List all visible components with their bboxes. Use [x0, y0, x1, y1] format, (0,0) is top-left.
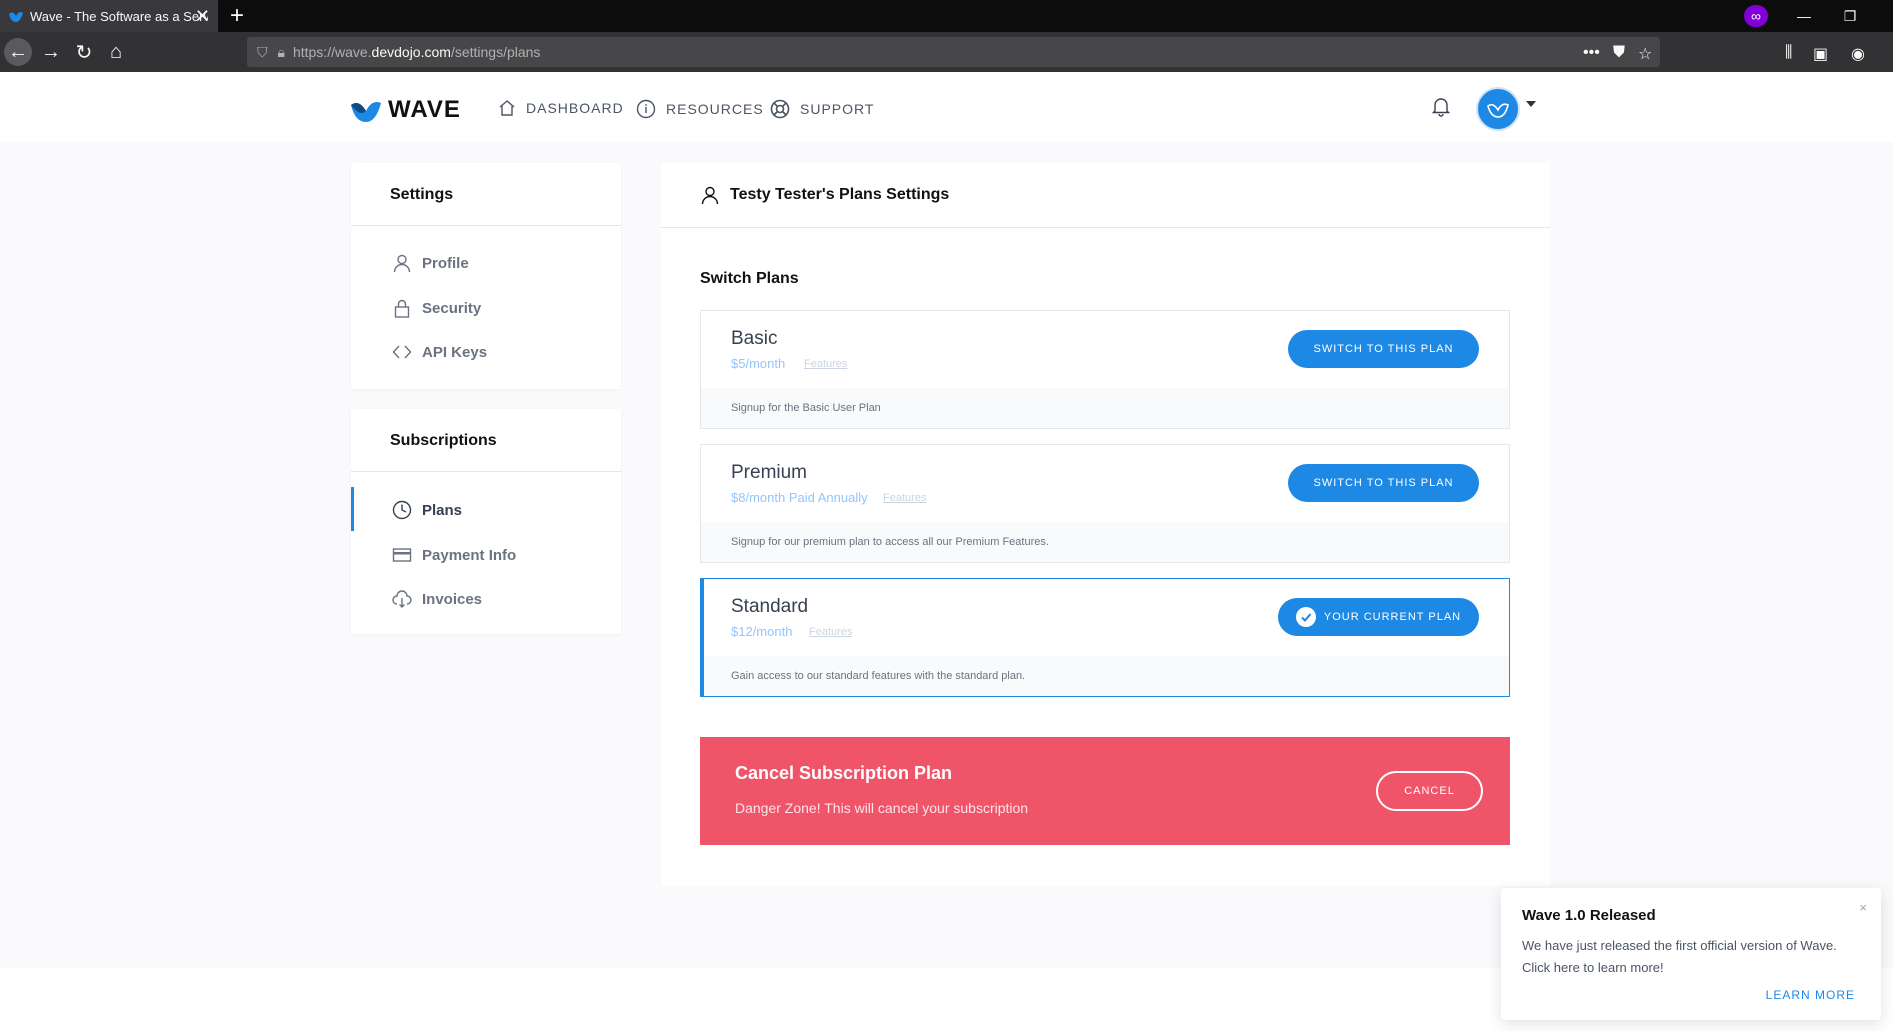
- user-avatar[interactable]: [1476, 87, 1520, 131]
- sidebar-item-invoices[interactable]: Invoices: [392, 589, 482, 609]
- sidebar-toggle-icon[interactable]: ▣: [1813, 44, 1828, 64]
- library-icon[interactable]: ⫼: [1785, 44, 1792, 62]
- notification-bell-icon[interactable]: [1432, 97, 1450, 117]
- tab-close-icon[interactable]: ✕: [195, 6, 210, 27]
- current-plan-label: YOUR CURRENT PLAN: [1323, 611, 1462, 623]
- sidebar-item-label: Security: [422, 299, 482, 317]
- danger-text: Danger Zone! This will cancel your subsc…: [735, 800, 1029, 816]
- nav-support[interactable]: SUPPORT: [770, 99, 874, 119]
- lock-icon: [394, 299, 410, 318]
- pocket-icon[interactable]: ⛊: [1613, 44, 1625, 62]
- logo-text: WAVE: [388, 96, 461, 123]
- home-icon[interactable]: ⌂: [102, 38, 130, 66]
- close-icon[interactable]: ×: [1859, 900, 1867, 915]
- switch-plan-button[interactable]: SWITCH TO THIS PLAN: [1288, 330, 1479, 368]
- home-icon: [499, 100, 515, 116]
- active-indicator: [351, 487, 354, 531]
- user-icon: [701, 186, 719, 205]
- lock-icon: 🔒︎: [277, 43, 285, 60]
- section-title: Switch Plans: [700, 270, 799, 287]
- wave-logo-icon: [351, 102, 381, 122]
- plan-description: Gain access to our standard features wit…: [704, 656, 1509, 696]
- avatar-wave-icon: [1487, 103, 1509, 118]
- plan-features-link[interactable]: Features: [883, 492, 926, 504]
- url-bar[interactable]: ⛉ 🔒︎ https://wave. devdojo.com/settings/p…: [247, 37, 1660, 67]
- divider: [661, 227, 1550, 228]
- danger-title: Cancel Subscription Plan: [735, 763, 953, 783]
- wave-favicon-icon: [9, 12, 23, 22]
- plan-name: Basic: [731, 328, 778, 349]
- back-icon[interactable]: ←: [4, 38, 32, 66]
- browser-tab-strip: Wave - The Software as a Service ✕ + ∞ —…: [0, 0, 1893, 32]
- nav-resources-label: RESOURCES: [666, 101, 764, 117]
- minimize-icon[interactable]: —: [1781, 0, 1827, 32]
- sidebar-item-api-keys[interactable]: API Keys: [392, 342, 487, 362]
- nav-resources[interactable]: RESOURCES: [636, 99, 764, 119]
- cancel-subscription-panel: Cancel Subscription Plan Danger Zone! Th…: [700, 737, 1510, 845]
- settings-title: Settings: [390, 186, 454, 203]
- plan-description: Signup for our premium plan to access al…: [701, 522, 1509, 562]
- info-icon: [636, 99, 656, 119]
- subscriptions-title: Subscriptions: [390, 432, 497, 449]
- plan-card-premium: Premium $8/month Paid Annually Features …: [700, 444, 1510, 563]
- sidebar-item-label: Plans: [422, 501, 463, 519]
- plan-name: Premium: [731, 462, 808, 483]
- toast-title: Wave 1.0 Released: [1522, 907, 1656, 924]
- new-tab-icon[interactable]: +: [230, 2, 244, 30]
- app-header: [0, 72, 1893, 142]
- divider: [351, 225, 621, 226]
- restore-icon[interactable]: ❐: [1827, 0, 1873, 32]
- url-path: /settings/plans: [450, 44, 541, 60]
- page-title: Testy Tester's Plans Settings: [700, 185, 949, 205]
- nav-support-label: SUPPORT: [800, 101, 875, 117]
- cancel-button[interactable]: CANCEL: [1376, 771, 1483, 811]
- sidebar-item-security[interactable]: Security: [392, 298, 481, 318]
- plan-card-standard: Standard $12/month Features YOUR CURRENT…: [700, 578, 1510, 697]
- bookmark-star-icon[interactable]: ☆: [1638, 44, 1652, 64]
- chevron-down-icon[interactable]: [1526, 101, 1536, 107]
- plan-price: $12/month: [731, 624, 793, 639]
- page-title-text: Testy Tester's Plans Settings: [730, 186, 950, 203]
- plan-features-link[interactable]: Features: [804, 358, 847, 370]
- sidebar-item-label: Payment Info: [422, 546, 517, 564]
- plan-card-basic: Basic $5/month Features SWITCH TO THIS P…: [700, 310, 1510, 429]
- sidebar-item-profile[interactable]: Profile: [392, 253, 469, 273]
- wave-logo[interactable]: WAVE: [350, 96, 461, 124]
- plan-price: $5/month: [731, 356, 786, 371]
- page-actions-icon[interactable]: •••: [1583, 44, 1600, 62]
- nav-dashboard-label: DASHBOARD: [526, 100, 624, 116]
- private-browsing-icon: ∞: [1744, 5, 1768, 27]
- code-icon: [392, 345, 412, 359]
- credit-card-icon: [392, 548, 412, 562]
- sidebar-item-label: Invoices: [422, 590, 483, 608]
- plan-price: $8/month Paid Annually: [731, 490, 868, 505]
- url-host: devdojo.com: [371, 44, 451, 60]
- switch-plan-button[interactable]: SWITCH TO THIS PLAN: [1288, 464, 1479, 502]
- clock-icon: [392, 500, 412, 520]
- reload-icon[interactable]: ↻: [70, 38, 98, 66]
- lifebuoy-icon: [770, 99, 790, 119]
- sidebar-item-label: Profile: [422, 254, 469, 272]
- divider: [351, 471, 621, 472]
- browser-tab[interactable]: Wave - The Software as a Service ✕: [0, 0, 218, 32]
- forward-icon[interactable]: →: [37, 38, 65, 66]
- learn-more-link[interactable]: LEARN MORE: [1766, 988, 1855, 1002]
- toast-text: We have just released the first official…: [1522, 938, 1837, 975]
- cloud-download-icon: [392, 590, 412, 608]
- announcement-toast[interactable]: Wave 1.0 Released × We have just release…: [1501, 888, 1881, 1020]
- sidebar-item-label: API Keys: [422, 343, 488, 361]
- nav-dashboard[interactable]: DASHBOARD: [498, 99, 624, 117]
- tab-title: Wave - The Software as a Service: [30, 8, 208, 24]
- current-plan-button[interactable]: YOUR CURRENT PLAN: [1278, 598, 1479, 636]
- plan-description: Signup for the Basic User Plan: [701, 388, 1509, 428]
- account-icon[interactable]: ◉: [1851, 44, 1865, 64]
- shield-icon: ⛉: [257, 43, 268, 60]
- sidebar-item-plans[interactable]: Plans: [392, 500, 462, 520]
- plan-name: Standard: [731, 596, 809, 617]
- url-prefix: https://wave.: [292, 44, 372, 60]
- sidebar-item-payment-info[interactable]: Payment Info: [392, 545, 516, 565]
- check-icon: [1295, 607, 1316, 627]
- user-icon: [393, 254, 411, 273]
- plan-features-link[interactable]: Features: [809, 626, 852, 638]
